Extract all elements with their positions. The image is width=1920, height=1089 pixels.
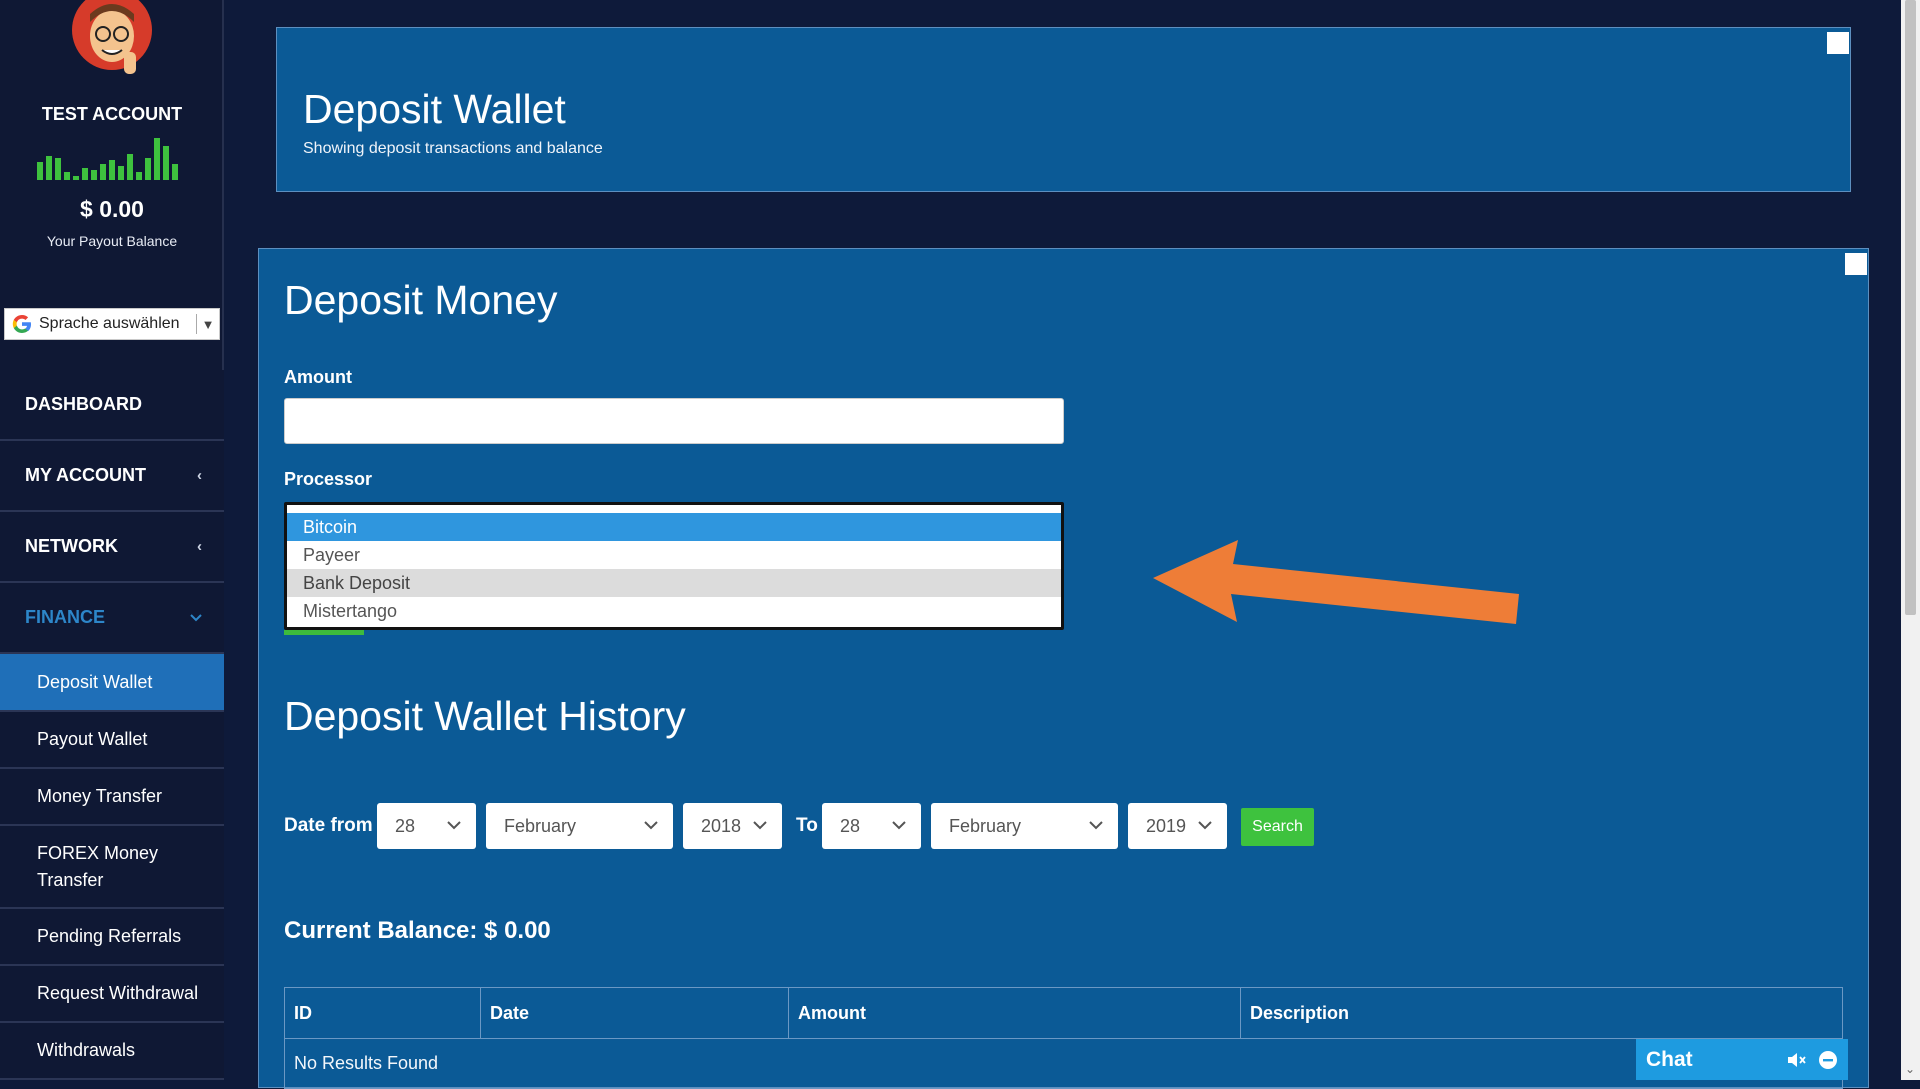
page-scrollbar[interactable]: ⌄ (1901, 0, 1920, 1080)
empty-results: No Results Found (284, 1038, 1843, 1089)
processor-option-payeer[interactable]: Payeer (287, 541, 1061, 569)
chevron-down-icon (190, 609, 202, 626)
amount-label: Amount (284, 367, 352, 387)
column-header-id[interactable]: ID (284, 987, 481, 1039)
date-from-label: Date from (284, 815, 373, 836)
sidebar: TEST ACCOUNT $ 0.00 Your Payout Balance … (0, 0, 224, 1080)
from-month-select[interactable]: February (486, 803, 673, 849)
table-row: No Results Found (284, 1038, 1843, 1089)
deposit-submit-button[interactable] (284, 630, 364, 635)
deposit-panel: Deposit Money Amount Processor Bitcoin P… (258, 248, 1869, 1089)
language-selector[interactable]: Sprache auswählen ▼ (4, 308, 220, 340)
chat-widget[interactable]: Chat (1636, 1039, 1848, 1080)
history-title: Deposit Wallet History (284, 693, 686, 739)
processor-option-bitcoin[interactable]: Bitcoin (287, 513, 1061, 541)
column-header-description[interactable]: Description (1240, 987, 1843, 1039)
minimize-icon[interactable] (1818, 1050, 1838, 1070)
bars-chart-icon (37, 138, 178, 180)
sidebar-item-my-account[interactable]: MY ACCOUNT ‹ (0, 441, 224, 512)
from-year-select[interactable]: 2018 (683, 803, 782, 849)
amount-input[interactable] (284, 398, 1064, 444)
chevron-down-icon (753, 821, 767, 830)
payout-balance: $ 0.00 (80, 196, 144, 222)
sidebar-item-request-withdrawal[interactable]: Request Withdrawal (0, 966, 224, 1023)
scrollbar-thumb[interactable] (1905, 0, 1916, 615)
chat-label: Chat (1646, 1047, 1693, 1071)
sidebar-item-payout-wallet[interactable]: Payout Wallet (0, 712, 224, 769)
column-header-date[interactable]: Date (480, 987, 789, 1039)
sidebar-item-finance[interactable]: FINANCE (0, 583, 224, 654)
chevron-down-icon (1089, 821, 1103, 830)
table-header-row: ID Date Amount Description (284, 987, 1843, 1039)
date-filter: Date from 28 February 2018 To 28 Februar… (284, 801, 1484, 851)
page-header-panel: Deposit Wallet Showing deposit transacti… (276, 27, 1851, 192)
column-header-amount[interactable]: Amount (788, 987, 1241, 1039)
chevron-down-icon (644, 821, 658, 830)
to-label: To (796, 815, 818, 836)
page-subtitle: Showing deposit transactions and balance (303, 140, 603, 157)
sidebar-nav: DASHBOARD MY ACCOUNT ‹ NETWORK ‹ FINANCE… (0, 370, 224, 1080)
sidebar-item-dashboard[interactable]: DASHBOARD (0, 370, 224, 441)
sidebar-item-network[interactable]: NETWORK ‹ (0, 512, 224, 583)
chevron-left-icon: ‹ (197, 538, 202, 555)
processor-option-bank-deposit[interactable]: Bank Deposit (287, 569, 1061, 597)
search-button[interactable]: Search (1241, 808, 1314, 846)
to-year-select[interactable]: 2019 (1128, 803, 1227, 849)
processor-label: Processor (284, 469, 373, 489)
language-selector-label: Sprache auswählen (39, 315, 180, 332)
chevron-down-icon (892, 821, 906, 830)
chevron-down-icon (447, 821, 461, 830)
arrow-annotation-icon (1153, 540, 1519, 624)
panel-toggle[interactable] (1845, 253, 1867, 275)
processor-option-mistertango[interactable]: Mistertango (287, 597, 1061, 625)
panel-toggle[interactable] (1827, 32, 1849, 54)
to-month-select[interactable]: February (931, 803, 1118, 849)
chevron-down-icon (1198, 821, 1212, 830)
chevron-left-icon: ‹ (197, 467, 202, 484)
deposit-money-title: Deposit Money (284, 277, 558, 323)
sidebar-item-pending-referrals[interactable]: Pending Referrals (0, 909, 224, 966)
dropdown-arrow-icon: ▼ (201, 316, 215, 332)
processor-listbox[interactable]: Bitcoin Payeer Bank Deposit Mistertango (284, 502, 1064, 630)
avatar-icon (72, 0, 152, 74)
mute-icon[interactable] (1786, 1050, 1808, 1070)
sidebar-item-withdrawals[interactable]: Withdrawals (0, 1023, 224, 1080)
to-day-select[interactable]: 28 (822, 803, 921, 849)
history-table: ID Date Amount Description No Results Fo… (284, 987, 1843, 1089)
account-name: TEST ACCOUNT (41, 104, 183, 124)
from-day-select[interactable]: 28 (377, 803, 476, 849)
google-g-icon (11, 313, 33, 335)
avatar[interactable] (72, 0, 152, 82)
sidebar-item-deposit-wallet[interactable]: Deposit Wallet (0, 654, 224, 712)
sidebar-item-money-transfer[interactable]: Money Transfer (0, 769, 224, 826)
page-title: Deposit Wallet (303, 86, 566, 132)
sidebar-item-forex-money-transfer[interactable]: FOREX Money Transfer (0, 826, 224, 909)
payout-balance-caption: Your Payout Balance (46, 233, 178, 249)
scroll-down-icon[interactable]: ⌄ (1905, 1062, 1915, 1076)
current-balance: Current Balance: $ 0.00 (284, 917, 551, 944)
